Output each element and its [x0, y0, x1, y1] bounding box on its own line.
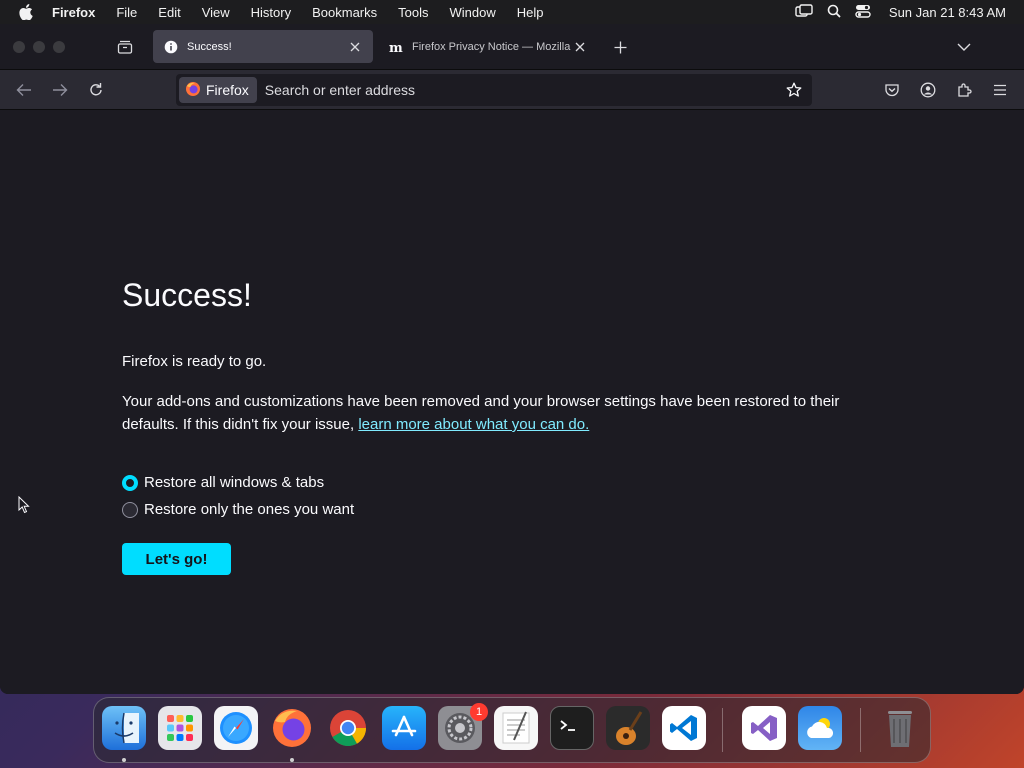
identity-box[interactable]: Firefox [179, 77, 257, 103]
window-controls [13, 41, 65, 53]
system-settings-icon[interactable]: 1 [438, 703, 488, 750]
menu-bookmarks[interactable]: Bookmarks [312, 5, 377, 20]
tab-title: Firefox Privacy Notice — Mozilla [412, 40, 571, 53]
firefox-logo-icon [185, 81, 201, 100]
vscode-icon[interactable] [662, 706, 706, 750]
url-bar: Firefox [176, 74, 812, 106]
new-tab-plus-icon[interactable] [610, 37, 630, 57]
apple-menu-icon[interactable] [16, 0, 36, 24]
learn-more-link[interactable]: learn more about what you can do. [358, 416, 589, 433]
dock: 1 [93, 697, 931, 763]
zoom-window-button[interactable] [53, 41, 65, 53]
safari-icon[interactable] [214, 706, 258, 750]
finder-icon[interactable] [102, 706, 146, 750]
tab-title: Success! [187, 40, 232, 53]
account-icon[interactable] [918, 80, 938, 100]
minimize-window-button[interactable] [33, 41, 45, 53]
list-all-tabs-chevron-icon[interactable] [954, 37, 974, 57]
weather-icon[interactable] [798, 706, 842, 750]
close-tab-icon[interactable] [347, 39, 363, 55]
navigation-toolbar: Firefox [0, 70, 1024, 110]
running-indicator [122, 758, 126, 762]
firefox-app-icon[interactable] [270, 706, 314, 750]
dock-separator [860, 708, 861, 752]
forward-arrow-icon[interactable] [50, 80, 70, 100]
menu-tools[interactable]: Tools [398, 5, 428, 20]
mouse-pointer-icon [18, 495, 30, 519]
address-input[interactable] [264, 77, 782, 103]
running-indicator [290, 758, 294, 762]
description-text: Your add-ons and customizations have bee… [122, 390, 882, 436]
menu-window[interactable]: Window [450, 5, 496, 20]
browser-window: Success! m Firefox Privacy Notice — Mozi… [0, 24, 1024, 694]
garageband-icon[interactable] [606, 706, 650, 750]
reload-icon[interactable] [86, 80, 106, 100]
menu-view[interactable]: View [202, 5, 230, 20]
ready-text: Firefox is ready to go. [122, 353, 267, 370]
restore-some-option[interactable]: Restore only the ones you want [122, 501, 354, 518]
app-store-icon[interactable] [382, 706, 426, 750]
restore-all-label: Restore all windows & tabs [144, 474, 325, 491]
menu-edit[interactable]: Edit [158, 5, 180, 20]
tab-success[interactable]: Success! [153, 30, 373, 63]
close-tab-icon[interactable] [572, 39, 588, 55]
menu-bar: Firefox File Edit View History Bookmarks… [0, 0, 1024, 24]
trash-icon[interactable] [878, 706, 922, 750]
restore-all-radio[interactable] [122, 474, 138, 491]
identity-label: Firefox [206, 82, 249, 98]
page-title: Success! [122, 277, 252, 313]
menu-clock[interactable]: Sun Jan 21 8:43 AM [889, 5, 1006, 20]
menu-history[interactable]: History [251, 5, 291, 20]
menu-app-firefox[interactable]: Firefox [52, 5, 95, 20]
menu-file[interactable]: File [116, 5, 137, 20]
extensions-puzzle-icon[interactable] [954, 80, 974, 100]
restore-some-label: Restore only the ones you want [144, 501, 355, 518]
chrome-icon[interactable] [326, 706, 370, 750]
control-center-icon[interactable] [855, 4, 871, 21]
firefox-view-button[interactable] [114, 37, 136, 57]
notification-badge: 1 [470, 703, 488, 721]
restore-some-radio[interactable] [122, 501, 138, 518]
svg-text:m: m [389, 41, 403, 53]
lets-go-button[interactable]: Let's go! [122, 543, 231, 575]
visual-studio-icon[interactable] [742, 706, 786, 750]
menu-help[interactable]: Help [517, 5, 544, 20]
tab-strip: Success! m Firefox Privacy Notice — Mozi… [0, 24, 1024, 70]
spotlight-search-icon[interactable] [827, 4, 841, 21]
textedit-icon[interactable] [494, 706, 538, 750]
launchpad-icon[interactable] [158, 706, 202, 750]
hamburger-menu-icon[interactable] [990, 80, 1010, 100]
pocket-icon[interactable] [882, 80, 902, 100]
page-content: Success! Firefox is ready to go. Your ad… [0, 111, 1024, 694]
dock-separator [722, 708, 723, 752]
back-arrow-icon[interactable] [14, 80, 34, 100]
bookmark-star-icon[interactable] [782, 78, 806, 102]
terminal-icon[interactable] [550, 706, 594, 750]
screen-mirroring-icon[interactable] [795, 3, 813, 21]
close-window-button[interactable] [13, 41, 25, 53]
restore-all-option[interactable]: Restore all windows & tabs [122, 474, 324, 491]
info-icon [163, 39, 179, 55]
mozilla-m-icon: m [388, 39, 404, 55]
tab-privacy-notice[interactable]: m Firefox Privacy Notice — Mozilla [378, 30, 598, 63]
